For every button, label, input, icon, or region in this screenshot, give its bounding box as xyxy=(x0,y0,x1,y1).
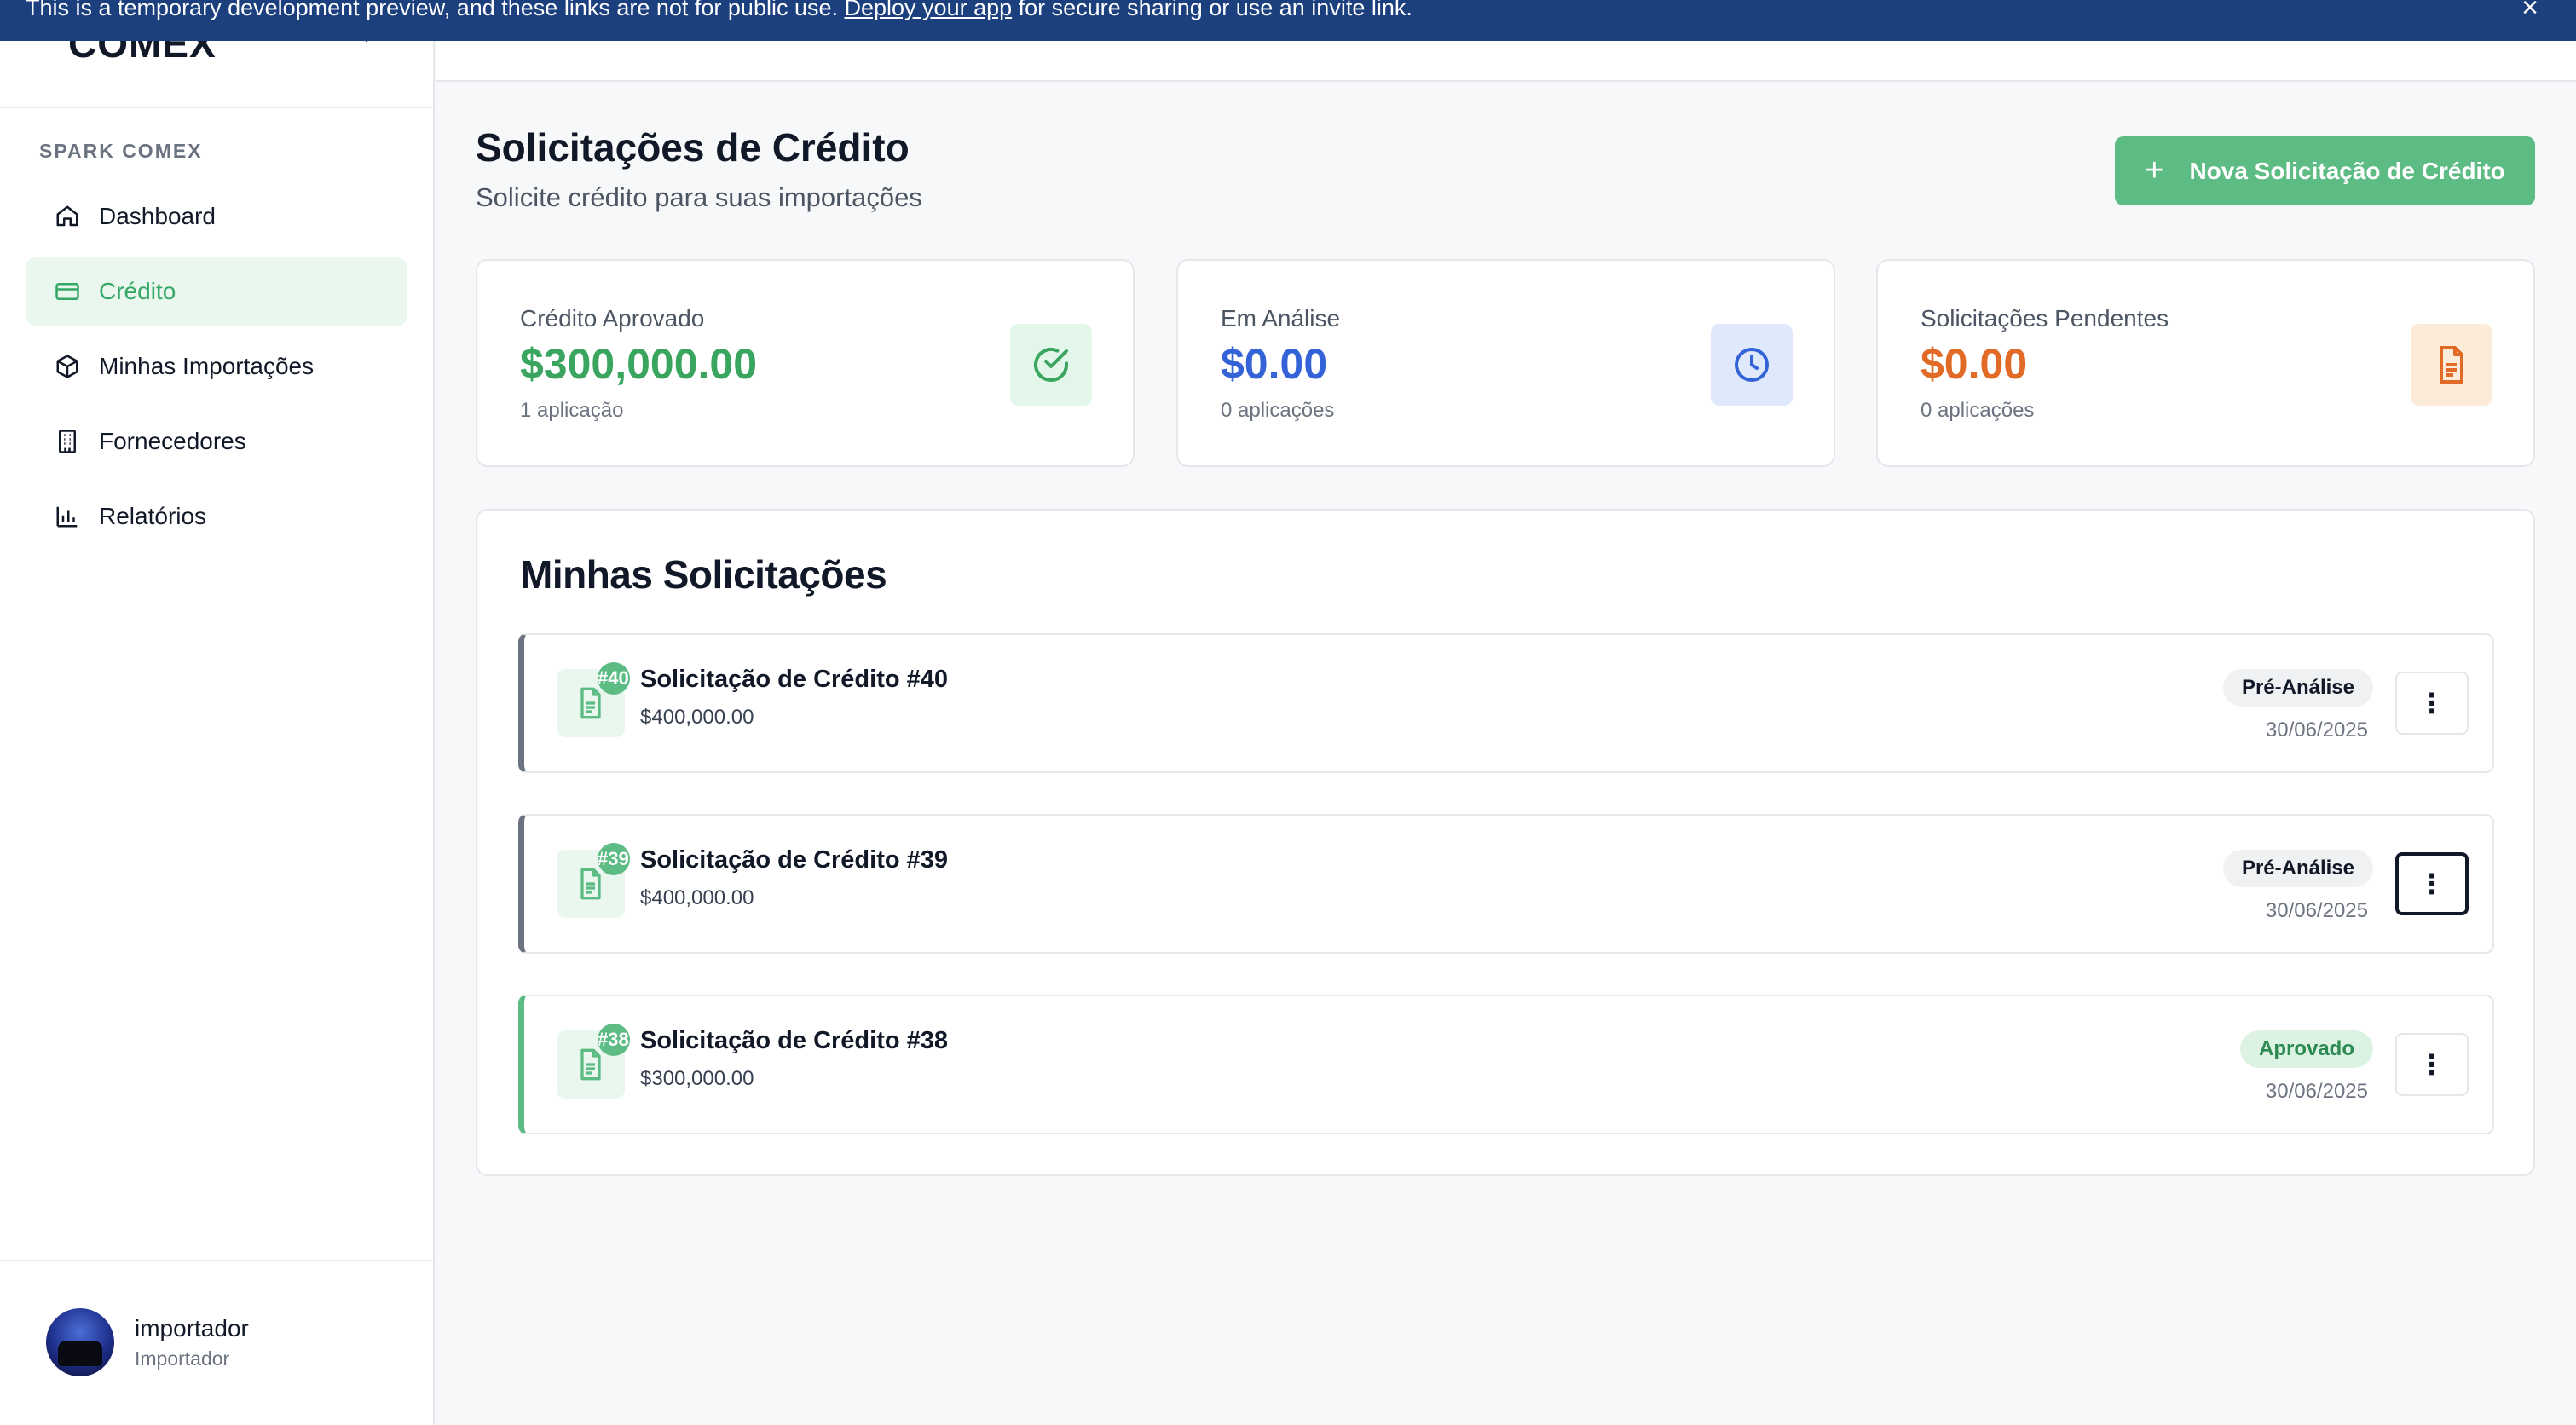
stat-card-pending: Solicitações Pendentes $0.00 0 aplicaçõe… xyxy=(1876,259,2535,467)
sidebar-nav: Dashboard Crédito Minhas Importações For… xyxy=(26,182,407,557)
list-item[interactable]: #38 Solicitação de Crédito #38 $300,000.… xyxy=(518,995,2494,1134)
sidebar-item-label: Dashboard xyxy=(99,203,216,229)
stat-subtext: 0 aplicações xyxy=(1920,399,2035,422)
stat-value: $0.00 xyxy=(1920,340,2028,388)
stat-label: Crédito Aprovado xyxy=(520,305,705,332)
home-icon xyxy=(53,202,82,231)
request-amount: $400,000.00 xyxy=(640,706,754,729)
sidebar: COMEX SPARK COMEX Dashboard Crédito Minh… xyxy=(0,0,435,1425)
request-date: 30/06/2025 xyxy=(2265,1080,2368,1103)
new-credit-request-label: Nova Solicitação de Crédito xyxy=(2189,157,2505,184)
sidebar-section-label: SPARK COMEX xyxy=(39,140,203,162)
package-icon xyxy=(53,352,82,381)
sidebar-item-credito[interactable]: Crédito xyxy=(26,257,407,326)
stat-subtext: 1 aplicação xyxy=(520,399,624,422)
sidebar-item-label: Fornecedores xyxy=(99,428,246,454)
requests-panel: Minhas Solicitações #40 Solicitação de C… xyxy=(476,509,2535,1176)
request-number-badge: #38 xyxy=(598,1024,630,1056)
banner-text: This is a temporary development preview,… xyxy=(26,0,1412,21)
request-number-badge: #40 xyxy=(598,662,630,695)
request-amount: $400,000.00 xyxy=(640,886,754,909)
page-subtitle: Solicite crédito para suas importações xyxy=(476,182,922,212)
request-title: Solicitação de Crédito #39 xyxy=(640,846,949,874)
request-title: Solicitação de Crédito #40 xyxy=(640,666,949,693)
plus-icon: + xyxy=(2145,153,2164,188)
stat-card-approved: Crédito Aprovado $300,000.00 1 aplicação xyxy=(476,259,1135,467)
user-name: importador xyxy=(135,1314,249,1341)
bar-chart-icon xyxy=(53,502,82,531)
more-options-icon[interactable]: ⋮ xyxy=(2395,1033,2469,1096)
divider xyxy=(0,107,435,108)
building-icon xyxy=(53,427,82,456)
more-options-icon[interactable]: ⋮ xyxy=(2395,852,2469,915)
stat-label: Em Análise xyxy=(1221,305,1341,332)
panel-title: Minhas Solicitações xyxy=(520,552,887,597)
sidebar-item-relatorios[interactable]: Relatórios xyxy=(26,482,407,551)
sidebar-item-dashboard[interactable]: Dashboard xyxy=(26,182,407,251)
user-role: Importador xyxy=(135,1347,230,1370)
status-badge: Pré-Análise xyxy=(2222,850,2373,887)
request-date: 30/06/2025 xyxy=(2265,718,2368,741)
stat-label: Solicitações Pendentes xyxy=(1920,305,2169,332)
status-badge: Pré-Análise xyxy=(2222,669,2373,707)
sidebar-item-label: Crédito xyxy=(99,278,176,304)
credit-card-icon xyxy=(53,277,82,306)
request-title: Solicitação de Crédito #38 xyxy=(640,1027,949,1054)
more-options-icon[interactable]: ⋮ xyxy=(2395,672,2469,735)
sidebar-item-minhas-importacoes[interactable]: Minhas Importações xyxy=(26,332,407,401)
divider xyxy=(0,1260,435,1261)
sidebar-item-label: Relatórios xyxy=(99,503,207,529)
stat-subtext: 0 aplicações xyxy=(1221,399,1335,422)
request-amount: $300,000.00 xyxy=(640,1067,754,1090)
stat-value: $300,000.00 xyxy=(520,340,758,388)
stat-card-in-analysis: Em Análise $0.00 0 aplicações xyxy=(1176,259,1835,467)
user-profile[interactable]: importador Importador xyxy=(46,1308,249,1376)
page-title: Solicitações de Crédito xyxy=(476,125,910,170)
request-number-badge: #39 xyxy=(598,843,630,875)
banner-message-suffix: for secure sharing or use an invite link… xyxy=(1012,0,1412,20)
list-item[interactable]: #40 Solicitação de Crédito #40 $400,000.… xyxy=(518,633,2494,773)
dev-preview-banner: This is a temporary development preview,… xyxy=(0,0,2576,41)
new-credit-request-button[interactable]: + Nova Solicitação de Crédito xyxy=(2115,136,2535,205)
clock-icon xyxy=(1711,324,1793,406)
file-text-icon xyxy=(2411,324,2492,406)
stat-value: $0.00 xyxy=(1221,340,1328,388)
list-item[interactable]: #39 Solicitação de Crédito #39 $400,000.… xyxy=(518,814,2494,954)
avatar xyxy=(46,1308,114,1376)
request-date: 30/06/2025 xyxy=(2265,899,2368,922)
close-icon[interactable]: × xyxy=(2521,0,2538,25)
sidebar-item-fornecedores[interactable]: Fornecedores xyxy=(26,407,407,476)
sidebar-item-label: Minhas Importações xyxy=(99,353,315,379)
status-badge: Aprovado xyxy=(2239,1030,2373,1068)
deploy-app-link[interactable]: Deploy your app xyxy=(845,0,1013,20)
banner-message: This is a temporary development preview,… xyxy=(26,0,845,20)
check-circle-icon xyxy=(1010,324,1092,406)
